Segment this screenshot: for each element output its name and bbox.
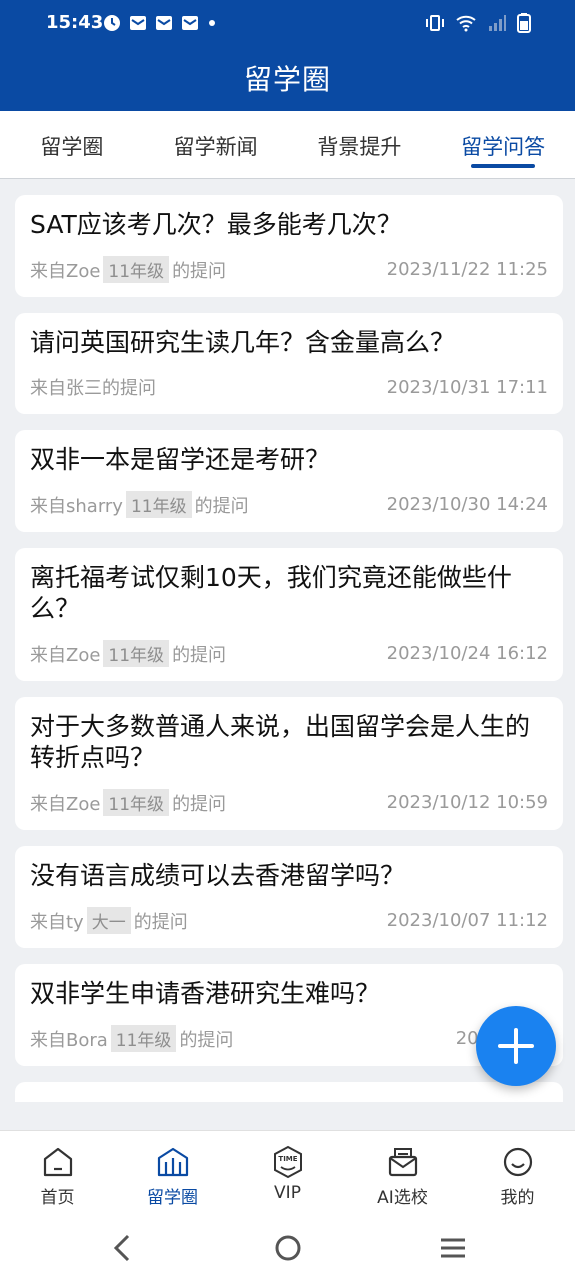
question-title: 双非一本是留学还是考研？ bbox=[30, 445, 331, 474]
asker-suffix: 的提问 bbox=[172, 260, 227, 282]
question-meta: 来自sharry 11年级 的提问 2023/10/30 14:24 bbox=[30, 491, 548, 518]
asker-suffix: 的提问 bbox=[172, 644, 227, 666]
signal-icon bbox=[489, 15, 506, 31]
vibrate-icon bbox=[426, 15, 444, 31]
nav-label: 首页 bbox=[40, 1188, 75, 1208]
question-date: 2023/10/07 11:12 bbox=[386, 910, 548, 931]
building-icon bbox=[157, 1147, 188, 1177]
nav-label: AI选校 bbox=[377, 1188, 428, 1208]
question-card[interactable]: 请问英国研究生读几年？含金量高么？ 来自张三的提问 2023/10/31 17:… bbox=[15, 313, 563, 414]
question-card[interactable] bbox=[15, 1082, 563, 1102]
grade-badge: 11年级 bbox=[103, 256, 170, 283]
question-list: SAT应该考几次？最多能考几次？ 来自Zoe 11年级 的提问 2023/11/22… bbox=[15, 195, 563, 1118]
asker: 来自Zoe bbox=[30, 793, 101, 815]
question-date: 2023/10/31 17:11 bbox=[386, 376, 548, 398]
question-title: 对于大多数普通人来说，出国留学会是人生的转折点吗？ bbox=[30, 712, 531, 772]
question-card[interactable]: SAT应该考几次？最多能考几次？ 来自Zoe 11年级 的提问 2023/11/22… bbox=[15, 195, 563, 297]
vip-time-icon: TIME bbox=[273, 1145, 302, 1179]
question-card[interactable]: 双非一本是留学还是考研？ 来自sharry 11年级 的提问 2023/10/30 … bbox=[15, 430, 563, 532]
mail-icon bbox=[130, 16, 146, 30]
tab-background-boost[interactable]: 背景提升 bbox=[288, 111, 432, 178]
smile-icon bbox=[503, 1147, 532, 1177]
home-icon bbox=[43, 1147, 72, 1177]
question-meta: 来自Bora11年级的提问 2023/09/2 bbox=[30, 1025, 548, 1052]
nav-label: 留学圈 bbox=[147, 1188, 198, 1208]
recents-icon[interactable] bbox=[438, 1233, 468, 1263]
status-time: 15:43 bbox=[46, 12, 104, 33]
question-date: 2023/10/24 16:12 bbox=[386, 643, 548, 664]
plus-icon bbox=[498, 1028, 534, 1064]
question-meta: 来自Zoe 11年级 的提问 2023/10/12 10:59 bbox=[30, 789, 548, 816]
mail-icon bbox=[182, 16, 198, 30]
tab-study-circle[interactable]: 留学圈 bbox=[0, 111, 144, 178]
home-circle-icon[interactable] bbox=[273, 1233, 303, 1263]
app-header: 15:43 留学圈 bbox=[0, 0, 575, 111]
mail-icon bbox=[156, 16, 172, 30]
category-tabs: 留学圈 留学新闻 背景提升 留学问答 bbox=[0, 111, 575, 179]
asker: 来自Zoe bbox=[30, 260, 101, 282]
bottom-nav: 首页 留学圈 TIME VIP AI选校 我的 bbox=[0, 1130, 575, 1215]
grade-badge: 11年级 bbox=[103, 789, 170, 816]
asker: 来自Zoe bbox=[30, 644, 101, 666]
question-date: 2023/11/22 11:25 bbox=[386, 259, 548, 280]
notification-icons bbox=[103, 14, 217, 32]
question-card[interactable]: 对于大多数普通人来说，出国留学会是人生的转折点吗？ 来自Zoe 11年级 的提问 2… bbox=[15, 697, 563, 830]
asker: 来自张三的提问 bbox=[30, 378, 156, 399]
question-date: 2023/10/30 14:24 bbox=[386, 494, 548, 515]
asker-suffix: 的提问 bbox=[179, 1029, 234, 1051]
question-meta: 来自张三的提问 2023/10/31 17:11 bbox=[30, 374, 548, 400]
battery-icon bbox=[517, 13, 531, 33]
question-meta: 来自Zoe 11年级 的提问 2023/11/22 11:25 bbox=[30, 256, 548, 283]
mailbox-icon bbox=[388, 1148, 417, 1177]
nav-me[interactable]: 我的 bbox=[460, 1131, 575, 1215]
question-meta: 来自ty 大一 的提问 2023/10/07 11:12 bbox=[30, 907, 548, 934]
tab-study-qa[interactable]: 留学问答 bbox=[431, 111, 575, 178]
question-card[interactable]: 没有语言成绩可以去香港留学吗？ 来自ty 大一 的提问 2023/10/07 11:… bbox=[15, 846, 563, 948]
question-title: 双非学生申请香港研究生难吗？ bbox=[30, 979, 381, 1008]
nav-home[interactable]: 首页 bbox=[0, 1131, 115, 1215]
asker-suffix: 的提问 bbox=[133, 911, 188, 933]
asker: 来自Bora bbox=[30, 1029, 108, 1051]
nav-vip[interactable]: TIME VIP bbox=[230, 1131, 345, 1215]
grade-badge: 11年级 bbox=[103, 640, 170, 667]
question-title: 请问英国研究生读几年？含金量高么？ bbox=[30, 328, 456, 357]
wifi-icon bbox=[456, 15, 476, 32]
grade-badge: 11年级 bbox=[125, 491, 192, 518]
system-icons bbox=[425, 13, 531, 33]
add-question-button[interactable] bbox=[476, 1006, 556, 1086]
status-bar: 15:43 bbox=[0, 0, 575, 46]
asker: 来自sharry bbox=[30, 495, 123, 517]
question-date: 2023/10/12 10:59 bbox=[386, 792, 548, 813]
nav-study-circle[interactable]: 留学圈 bbox=[115, 1131, 230, 1215]
nav-label: VIP bbox=[274, 1183, 301, 1203]
asker-suffix: 的提问 bbox=[172, 793, 227, 815]
question-title: 没有语言成绩可以去香港留学吗？ bbox=[30, 861, 406, 890]
nav-ai-school[interactable]: AI选校 bbox=[345, 1131, 460, 1215]
grade-badge: 大一 bbox=[86, 907, 131, 934]
question-card[interactable]: 离托福考试仅剩10天，我们究竟还能做些什么？ 来自Zoe 11年级 的提问 2023… bbox=[15, 548, 563, 681]
svg-text:TIME: TIME bbox=[278, 1155, 297, 1163]
question-meta: 来自Zoe 11年级 的提问 2023/10/24 16:12 bbox=[30, 640, 548, 667]
asker-suffix: 的提问 bbox=[194, 495, 249, 517]
question-title: 离托福考试仅剩10天，我们究竟还能做些什么？ bbox=[30, 563, 512, 623]
question-title: SAT应该考几次？最多能考几次？ bbox=[30, 210, 402, 239]
dot-icon bbox=[209, 20, 215, 26]
nav-label: 我的 bbox=[500, 1188, 535, 1208]
back-icon[interactable] bbox=[110, 1233, 134, 1263]
page-title: 留学圈 bbox=[243, 63, 331, 96]
clock-icon bbox=[104, 15, 120, 31]
tab-study-news[interactable]: 留学新闻 bbox=[144, 111, 288, 178]
asker: 来自ty bbox=[30, 911, 84, 933]
system-nav-bar bbox=[0, 1215, 575, 1280]
grade-badge: 11年级 bbox=[110, 1025, 177, 1052]
